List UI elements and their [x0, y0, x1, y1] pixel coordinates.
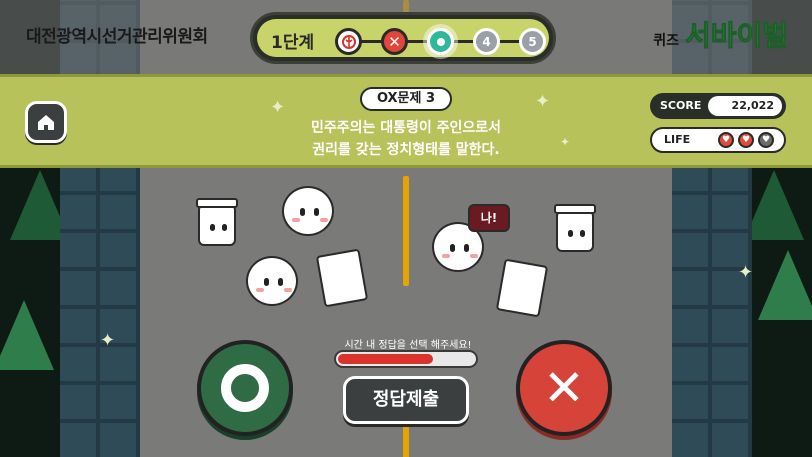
score-value: 22,022	[708, 96, 782, 116]
tree	[758, 250, 812, 320]
megaphone-character	[282, 186, 334, 236]
o-answer-icon	[221, 364, 269, 412]
game-title-main: 서바이벌	[684, 19, 788, 53]
score-panel: SCORE 22,022	[650, 93, 786, 119]
organization-name: 대전광역시선거관리위원회	[26, 27, 208, 47]
heart-empty-icon: ♥	[758, 132, 774, 148]
ballot-box-character	[196, 198, 238, 246]
speech-bubble: 나!	[468, 204, 510, 232]
stage-progress: 1단계 ✕ 4 5	[250, 12, 556, 64]
step-2-wrong: ✕	[381, 28, 408, 55]
life-label: LIFE	[664, 133, 691, 146]
life-panel: LIFE ♥ ♥ ♥	[650, 127, 786, 153]
sparkle-icon: ✦	[270, 97, 286, 118]
ballot-paper-character	[495, 258, 549, 318]
road-lane-marking	[403, 176, 409, 286]
top-bar: 대전광역시선거관리위원회 1단계 ✕ 4 5 퀴즈 서바이벌	[0, 0, 812, 74]
sparkle-icon: ✦	[100, 330, 116, 351]
stage-label: 1단계	[271, 33, 315, 53]
question-line-2: 권리를 갖는 정치형태를 말한다.	[312, 142, 500, 158]
x-mark-icon: ✕	[388, 32, 401, 51]
question-text: 민주주의는 대통령이 주인으로서 권리를 갖는 정치형태를 말한다.	[250, 117, 562, 161]
step-5: 5	[519, 28, 546, 55]
x-answer-icon: ✕	[543, 359, 585, 417]
step-4: 4	[473, 28, 500, 55]
ballot-box-character	[554, 204, 596, 252]
sparkle-icon: ✦	[535, 91, 551, 112]
timer-fill	[338, 354, 433, 364]
home-button[interactable]	[25, 101, 67, 143]
o-answer-button[interactable]	[197, 340, 293, 436]
sparkle-icon: ✦	[738, 262, 754, 283]
heart-icon: ♥	[718, 132, 734, 148]
tree	[0, 300, 54, 370]
timer-instruction: 시간 내 정답을 선택 해주세요!	[344, 340, 472, 351]
heart-icon: ♥	[738, 132, 754, 148]
timer-bar	[334, 350, 478, 368]
ballot-stamp-icon	[341, 34, 356, 49]
submit-answer-button[interactable]: 정답제출	[343, 376, 469, 424]
step-1-correct	[335, 28, 362, 55]
home-icon	[38, 115, 54, 130]
game-title-small: 퀴즈	[653, 33, 679, 49]
current-dot-icon	[436, 37, 445, 46]
game-title: 퀴즈 서바이벌	[653, 14, 788, 54]
question-banner: OX문제 3 민주주의는 대통령이 주인으로서 권리를 갖는 정치형태를 말한다…	[0, 74, 812, 168]
question-line-1: 민주주의는 대통령이 주인으로서	[310, 120, 502, 136]
question-number-badge: OX문제 3	[360, 87, 452, 111]
rainbow-hair-character	[246, 256, 298, 306]
sparkle-icon: ✦	[560, 135, 571, 149]
score-label: SCORE	[660, 99, 702, 112]
ballot-paper-character	[315, 248, 369, 308]
x-answer-button[interactable]: ✕	[516, 340, 612, 436]
step-3-current	[427, 28, 454, 55]
tree	[744, 170, 804, 240]
